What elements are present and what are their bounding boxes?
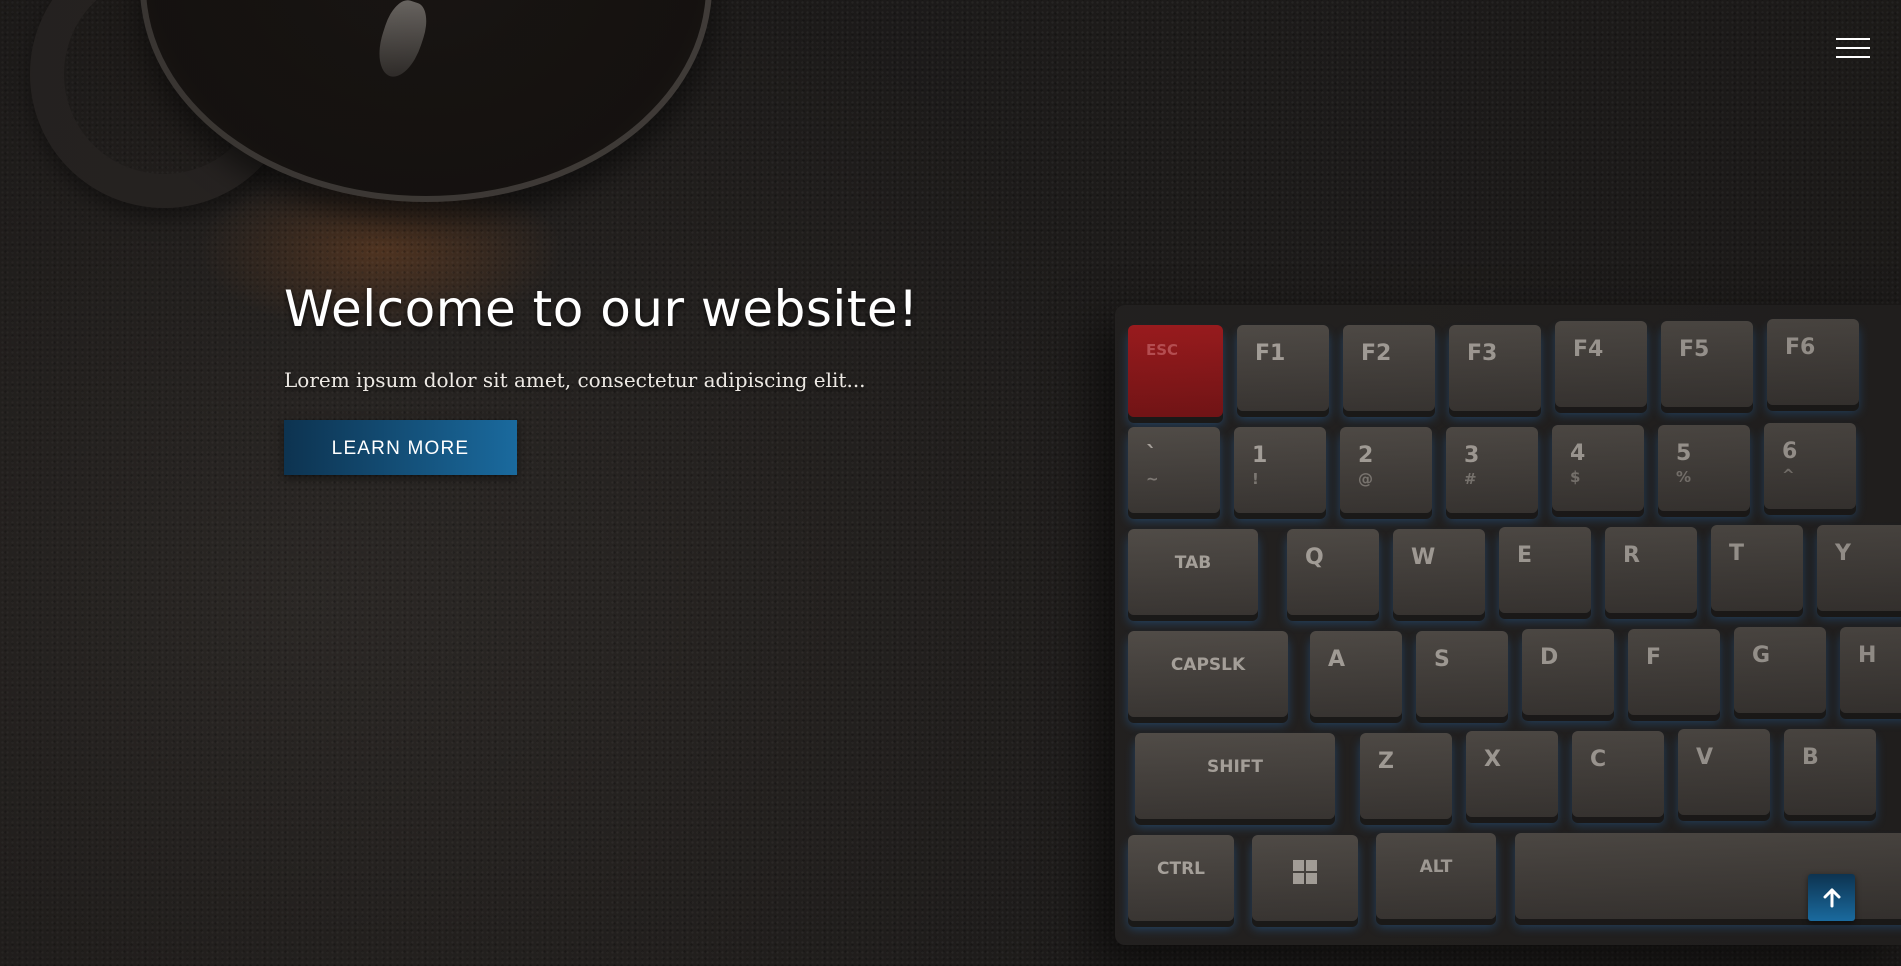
key-label: Y <box>1835 541 1851 566</box>
key-label: SHIFT <box>1206 757 1263 777</box>
key-label: 2 <box>1358 443 1374 468</box>
key-symbol: ~ <box>1146 470 1159 488</box>
key-symbol: @ <box>1358 470 1373 488</box>
key-symbol: ^ <box>1782 466 1795 484</box>
keyboard-key: Q <box>1287 529 1379 615</box>
hero-content: Welcome to our website! Lorem ipsum dolo… <box>284 280 984 475</box>
keyboard-key: TAB <box>1128 529 1258 615</box>
key-label: F1 <box>1255 341 1286 366</box>
key-symbol: $ <box>1570 468 1581 486</box>
key-label: ALT <box>1419 857 1453 877</box>
keyboard-key: F5 <box>1661 321 1753 407</box>
key-label: A <box>1328 647 1346 672</box>
keyboard-key: S <box>1416 631 1508 717</box>
arrow-up-icon <box>1823 888 1840 907</box>
key-label: 5 <box>1676 441 1692 466</box>
key-label: Q <box>1305 545 1324 570</box>
key-symbol: ! <box>1252 470 1259 488</box>
key-label: S <box>1434 647 1450 672</box>
windows-key <box>1252 835 1358 921</box>
keyboard-key: 5% <box>1658 425 1750 511</box>
keyboard-key: 3 # <box>1446 427 1538 513</box>
keyboard-key: E <box>1499 527 1591 613</box>
keyboard-key: Z <box>1360 733 1452 819</box>
key-label: X <box>1484 747 1501 772</box>
key-label: ESC <box>1146 341 1179 359</box>
key-label: V <box>1696 745 1714 770</box>
keyboard-key: A <box>1310 631 1402 717</box>
key-label: CTRL <box>1157 859 1205 879</box>
key-symbol: # <box>1464 470 1477 488</box>
keyboard-key: ` ~ <box>1128 427 1220 513</box>
keyboard-key: F2 <box>1343 325 1435 411</box>
keyboard-key: D <box>1522 629 1614 715</box>
windows-logo-icon <box>1293 860 1317 884</box>
key-label: F5 <box>1679 337 1710 362</box>
key-label: B <box>1802 745 1819 770</box>
keyboard-key: ALT <box>1376 833 1496 919</box>
keyboard-key: 1! <box>1234 427 1326 513</box>
key-label: R <box>1623 543 1640 568</box>
key-label: F6 <box>1785 335 1816 360</box>
keyboard-key: T <box>1711 525 1803 611</box>
keyboard-key: H <box>1840 627 1901 713</box>
back-to-top-button[interactable] <box>1808 874 1855 921</box>
key-label: CAPSLK <box>1170 655 1246 675</box>
hero-subtext: Lorem ipsum dolor sit amet, consectetur … <box>284 368 866 392</box>
key-label: F3 <box>1467 341 1498 366</box>
key-symbol: % <box>1676 468 1692 486</box>
keyboard-key: 4 $ <box>1552 425 1644 511</box>
key-label: F <box>1646 645 1662 670</box>
key-label: E <box>1517 543 1533 568</box>
key-label: G <box>1752 643 1771 668</box>
key-label: Z <box>1378 749 1394 774</box>
menu-line <box>1836 56 1870 58</box>
key-label: F4 <box>1573 337 1604 362</box>
key-label: 3 <box>1464 443 1480 468</box>
key-label: TAB <box>1174 553 1212 573</box>
keyboard-key: X <box>1466 731 1558 817</box>
keyboard-photo: ESC F1 F2 F3 F4 F5 F6 ` ~ 1! 2 @ 3 # 4 $ 5% … <box>1115 305 1901 945</box>
keyboard-key: F3 <box>1449 325 1541 411</box>
keyboard-key: F6 <box>1767 319 1859 405</box>
keyboard-key: G <box>1734 627 1826 713</box>
key-label: 4 <box>1570 441 1586 466</box>
keyboard-key: V <box>1678 729 1770 815</box>
hero-headline: Welcome to our website! <box>284 280 919 338</box>
keyboard-key: CTRL <box>1128 835 1234 921</box>
keyboard-key: SHIFT <box>1135 733 1335 819</box>
key-label: 6 <box>1782 439 1798 464</box>
key-label: F2 <box>1361 341 1392 366</box>
keyboard-key: CAPSLK <box>1128 631 1288 717</box>
keyboard-key: R <box>1605 527 1697 613</box>
key-label: H <box>1858 643 1877 668</box>
menu-line <box>1836 38 1870 40</box>
keyboard-key: B <box>1784 729 1876 815</box>
keyboard-key: F1 <box>1237 325 1329 411</box>
key-label: D <box>1540 645 1559 670</box>
keyboard-key: Y <box>1817 525 1901 611</box>
learn-more-button[interactable]: LEARN MORE <box>284 420 517 475</box>
keyboard-key: 2 @ <box>1340 427 1432 513</box>
hamburger-menu-icon[interactable] <box>1836 38 1870 60</box>
key-label: 1 <box>1252 443 1268 468</box>
keyboard-key: C <box>1572 731 1664 817</box>
keyboard-key: 6 ^ <box>1764 423 1856 509</box>
keyboard-key: F4 <box>1555 321 1647 407</box>
menu-line <box>1836 47 1870 49</box>
keyboard-key: ESC <box>1128 325 1223 417</box>
hero-section: ESC F1 F2 F3 F4 F5 F6 ` ~ 1! 2 @ 3 # 4 $ 5% … <box>0 0 1901 966</box>
key-label: W <box>1411 545 1436 570</box>
key-label: C <box>1590 747 1607 772</box>
keyboard-key: F <box>1628 629 1720 715</box>
keyboard-key: W <box>1393 529 1485 615</box>
key-label: T <box>1729 541 1745 566</box>
key-label: ` <box>1146 443 1157 468</box>
